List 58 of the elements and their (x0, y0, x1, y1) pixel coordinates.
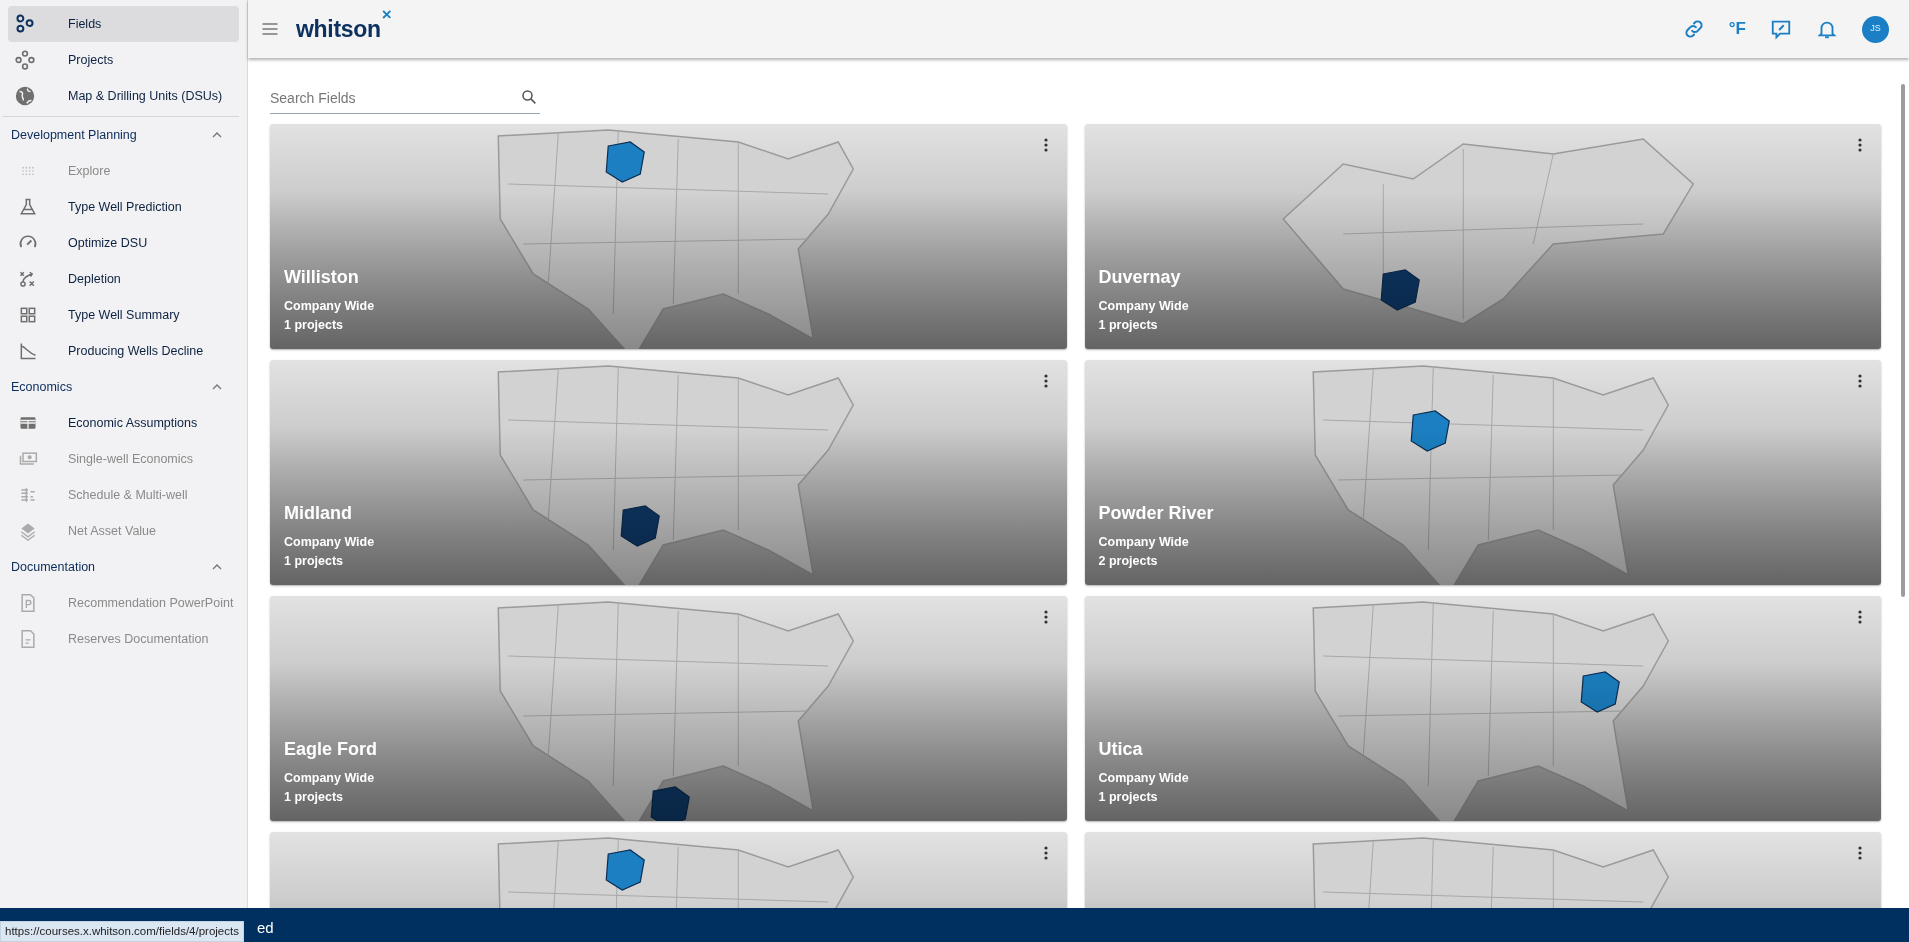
sidebar-item[interactable]: Fields (8, 6, 239, 42)
section-title: Economics (11, 378, 73, 396)
scrollbar[interactable] (1901, 84, 1905, 597)
project-count: 1 projects (284, 317, 345, 334)
kebab-icon[interactable] (1043, 846, 1048, 860)
circles-icon (14, 49, 36, 71)
card-title: Utica (1098, 738, 1144, 761)
card-scope: Company Wide (1098, 770, 1189, 787)
sidebar-item[interactable]: Map & Drilling Units (DSUs) (8, 78, 239, 114)
card-title: Williston (284, 266, 360, 289)
sidebar-item[interactable]: Projects (8, 42, 239, 78)
kebab-icon[interactable] (1043, 374, 1048, 388)
kebab-icon[interactable] (1043, 138, 1048, 152)
kebab-icon[interactable] (1043, 610, 1048, 624)
status-url: https://courses.x.whitson.com/fields/4/projects (0, 920, 244, 942)
unit-toggle[interactable]: °F (1728, 16, 1746, 42)
document-icon (18, 629, 38, 649)
chart-icon (18, 341, 38, 361)
globe-icon (14, 85, 36, 107)
sliders-icon (18, 485, 38, 505)
copyright-text: ed (257, 917, 274, 938)
link-icon[interactable] (1682, 18, 1705, 40)
project-count: 1 projects (1098, 789, 1159, 806)
sidebar-item[interactable]: Optimize DSU (0, 225, 247, 261)
card-title: Powder River (1098, 502, 1214, 525)
logo: whitson× (296, 11, 392, 44)
project-count: 1 projects (284, 789, 345, 806)
card-title: Duvernay (1098, 266, 1182, 289)
section-title: Documentation (11, 558, 96, 576)
kebab-icon[interactable] (1858, 610, 1862, 624)
project-count: 1 projects (284, 553, 345, 570)
flask-icon (18, 197, 38, 217)
card-scope: Company Wide (1098, 298, 1189, 315)
search-field[interactable]: Search Fields (270, 82, 540, 114)
card-scope: Company Wide (1098, 534, 1190, 551)
project-count: 1 projects (1098, 317, 1159, 334)
project-count: 2 projects (1098, 553, 1159, 570)
sidebar-item[interactable]: Depletion (0, 261, 247, 297)
search-icon (520, 88, 538, 106)
kebab-icon[interactable] (1858, 846, 1862, 860)
sidebar-item[interactable]: Type Well Summary (0, 297, 247, 333)
grid-icon (18, 305, 38, 325)
card-scope: Company Wide (284, 534, 375, 551)
card-scope: Company Wide (284, 298, 375, 315)
kebab-icon[interactable] (1858, 138, 1862, 152)
circles-icon (14, 13, 36, 35)
sidebar-item[interactable]: Producing Wells Decline (0, 333, 247, 369)
layers-icon (18, 521, 38, 541)
card-title: Midland (284, 502, 353, 525)
avatar[interactable]: JS (1862, 15, 1889, 43)
section-title: Development Planning (11, 126, 137, 144)
sidebar-item[interactable]: Economic Assumptions (0, 405, 247, 441)
document-icon (18, 593, 38, 613)
card-scope: Company Wide (284, 770, 376, 787)
sidebar-item[interactable]: Type Well Prediction (0, 189, 247, 225)
kebab-icon[interactable] (1858, 374, 1862, 388)
card-title: Eagle Ford (284, 738, 377, 761)
feedback-icon[interactable] (1770, 18, 1792, 40)
